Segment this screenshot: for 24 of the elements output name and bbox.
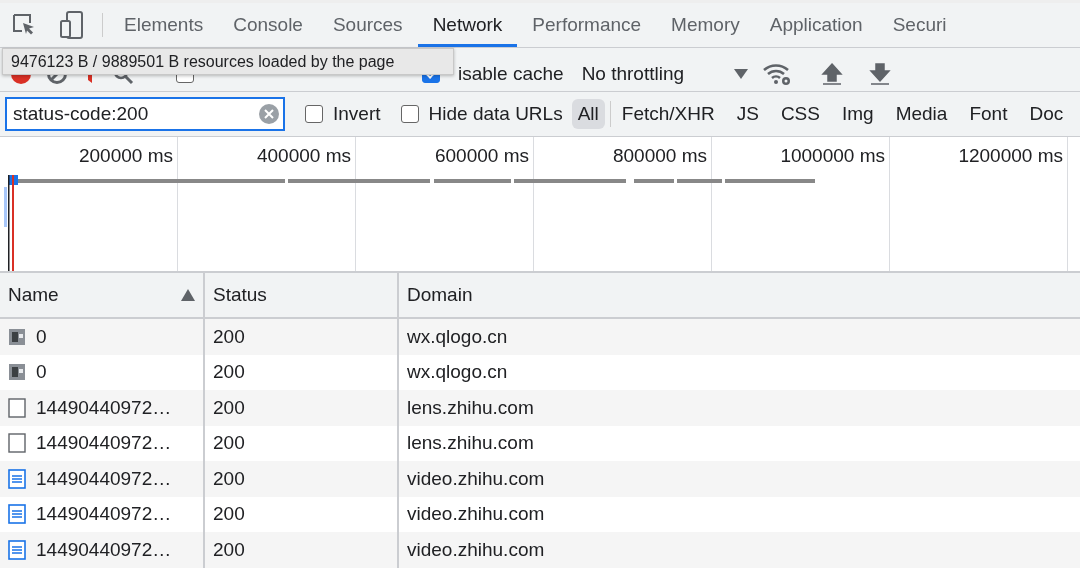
checkbox-label: Invert [333, 103, 381, 125]
status-cell: 200 [213, 467, 245, 490]
domain-cell: wx.qlogo.cn [407, 361, 508, 384]
domain-cell: wx.qlogo.cn [407, 325, 508, 348]
status-cell: 200 [213, 361, 245, 384]
status-cell: 200 [213, 432, 245, 455]
time-tick-label: 800000 ms [613, 145, 707, 168]
domain-cell: video.zhihu.com [407, 538, 545, 561]
status-cell: 200 [213, 325, 245, 348]
checkbox-label: Hide data URLs [428, 103, 563, 125]
time-tick-label: 200000 ms [79, 145, 173, 168]
tooltip: 9476123 B / 9889501 B resources loaded by the page [2, 48, 454, 75]
domain-cell: lens.zhihu.com [407, 396, 534, 419]
domain-cell: lens.zhihu.com [407, 432, 534, 455]
time-tick-label: 1200000 ms [958, 145, 1063, 168]
checkbox-label: isable cache [458, 62, 564, 85]
status-cell: 200 [213, 538, 245, 561]
time-tick-label: 1000000 ms [780, 145, 885, 168]
time-tick-label: 600000 ms [435, 145, 529, 168]
status-cell: 200 [213, 396, 245, 419]
status-cell: 200 [213, 503, 245, 526]
time-tick-label: 400000 ms [257, 145, 351, 168]
domain-cell: video.zhihu.com [407, 467, 545, 490]
domain-cell: video.zhihu.com [407, 503, 545, 526]
